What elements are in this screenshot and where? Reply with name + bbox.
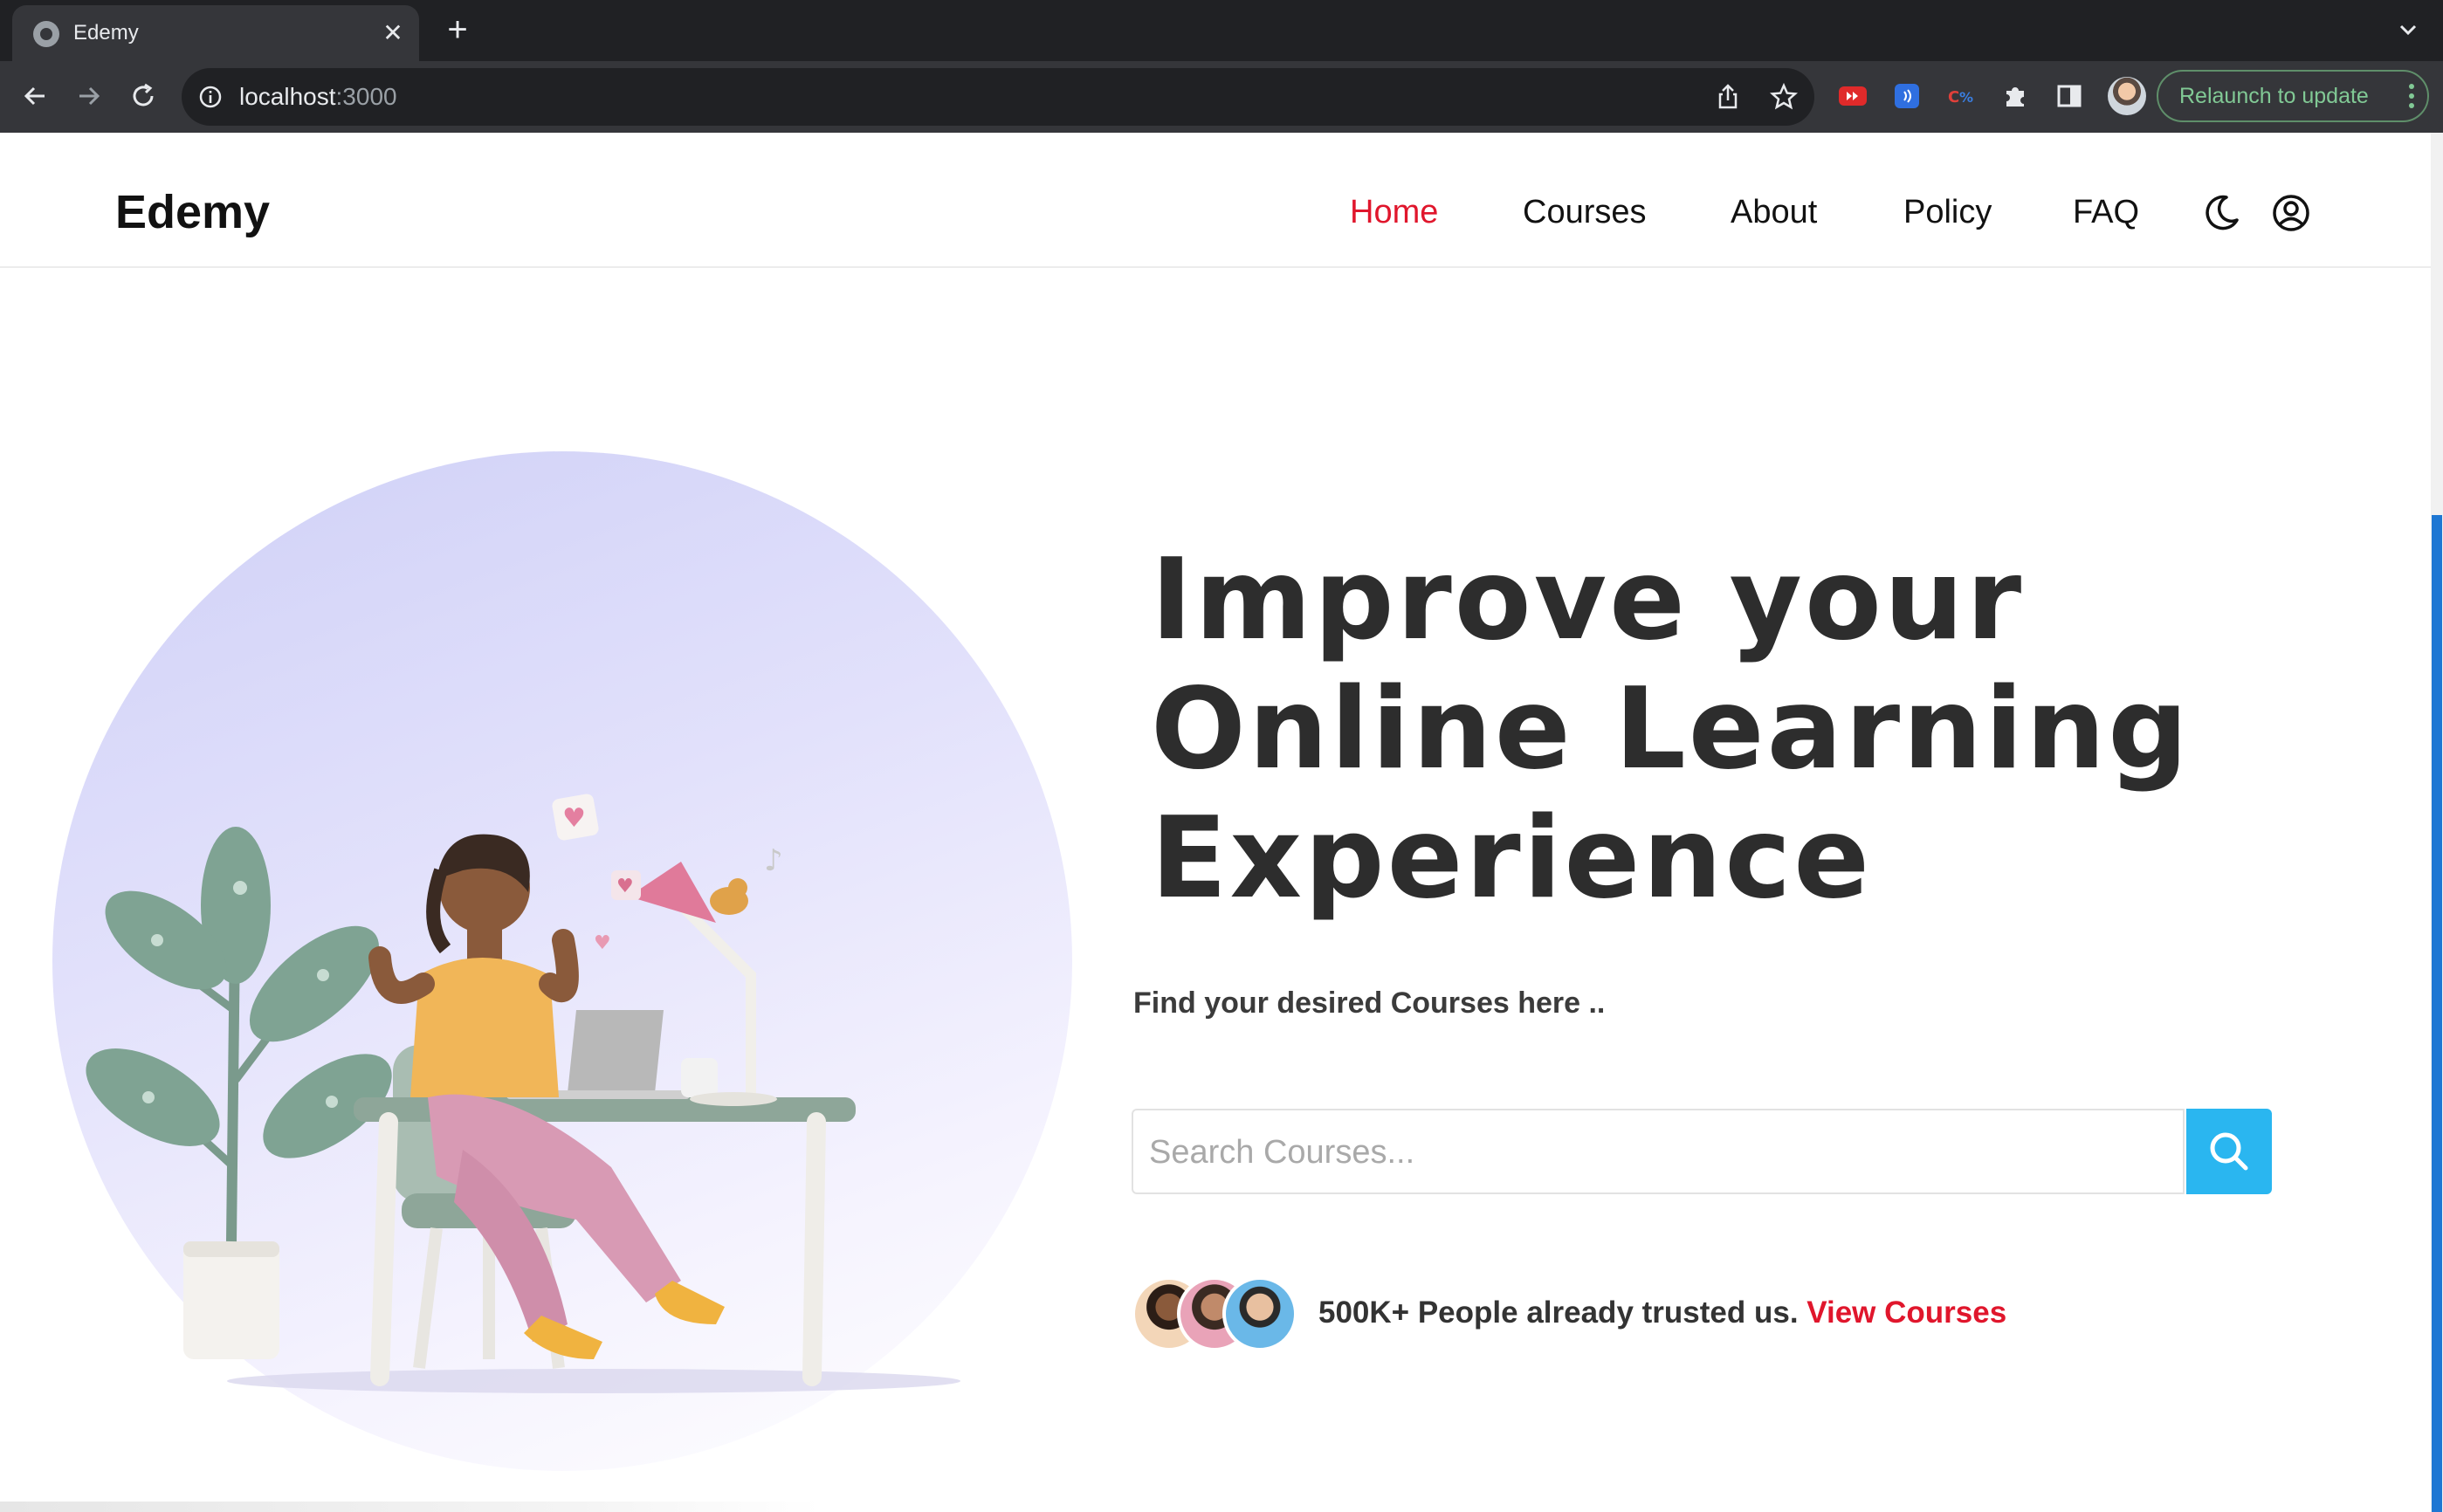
search-input[interactable] [1149,1126,2162,1179]
blue-extension-icon[interactable] [1891,80,1923,112]
nav-courses[interactable]: Courses [1523,196,1647,229]
section-divider-shadow [0,1502,821,1512]
page-viewport: Edemy Home Courses About Policy FAQ ♥ ♥ … [0,133,2431,1512]
relaunch-label: Relaunch to update [2179,84,2369,108]
url-port: :3000 [335,83,397,110]
nav-faq[interactable]: FAQ [2073,196,2139,229]
hero-headline: Improve your Online Learning Experience [1151,536,2286,924]
more-vert-icon[interactable] [2408,82,2415,110]
browser-tabstrip: Edemy ✕ + [0,0,2443,61]
trust-statement: 500K+ People already trusted us. View Co… [1318,1296,2006,1330]
nav-policy[interactable]: Policy [1903,196,1992,229]
search-icon [2210,1132,2248,1171]
trust-count-text: 500K+ People already trusted us. [1318,1296,1799,1330]
hero-illustration: ♥ ♥ ♥ ♪ [86,794,960,1393]
course-search-box [1132,1109,2185,1194]
svg-text:%: % [1959,89,1973,106]
view-courses-link[interactable]: View Courses [1806,1296,2006,1330]
new-tab-button[interactable]: + [438,10,477,49]
search-button[interactable] [2186,1109,2272,1194]
moon-icon[interactable] [2200,192,2242,234]
url-text: localhost:3000 [239,83,397,111]
page-scrollbar-thumb[interactable] [2432,515,2442,1512]
nav-home[interactable]: Home [1350,196,1438,229]
svg-text:♥: ♥ [616,876,634,897]
svg-text:♥: ♥ [562,803,586,834]
reload-icon [133,83,154,107]
svg-text:C: C [1948,88,1959,107]
site-logo[interactable]: Edemy [115,189,270,236]
avatar [1222,1276,1297,1351]
svg-text:♪: ♪ [764,843,783,878]
trusted-users-avatars [1132,1276,1297,1351]
svg-text:♥: ♥ [594,932,611,954]
bookmark-star-icon[interactable] [1769,82,1799,112]
site-navbar: Edemy Home Courses About Policy FAQ [0,133,2431,268]
nav-about[interactable]: About [1731,196,1817,229]
hero-subtitle: Find your desired Courses here .. [1133,986,1606,1020]
url-host: localhost [239,83,336,110]
info-icon[interactable] [197,84,224,110]
address-bar[interactable]: localhost:3000 [182,68,1814,126]
user-circle-icon[interactable] [2270,192,2312,234]
side-panel-icon[interactable] [2054,80,2085,112]
globe-icon [33,21,59,47]
hero-headline-line-1: Improve your [1151,535,2025,665]
relaunch-button[interactable]: Relaunch to update [2157,70,2429,122]
share-icon[interactable] [1713,82,1743,112]
profile-avatar[interactable] [2108,77,2146,115]
back-button[interactable] [12,73,58,119]
youtube-extension-icon[interactable] [1837,80,1868,112]
puzzle-extensions-icon[interactable] [1999,80,2031,112]
forward-button[interactable] [66,73,112,119]
browser-toolbar: localhost:3000 C% Relaunch to update [0,61,2443,133]
close-tab-icon[interactable]: ✕ [375,16,410,51]
browser-tab[interactable]: Edemy ✕ [12,5,419,61]
arrow-left-icon [24,86,45,106]
tab-search-chevron-icon[interactable] [2392,14,2424,45]
tab-title: Edemy [73,21,139,45]
reload-button[interactable] [120,73,166,119]
hero-headline-line-2: Online Learning [1151,664,2191,794]
color-extension-icon[interactable]: C% [1945,80,1977,112]
hero-headline-line-3: Experience [1151,794,1873,924]
arrow-right-icon [79,86,100,106]
